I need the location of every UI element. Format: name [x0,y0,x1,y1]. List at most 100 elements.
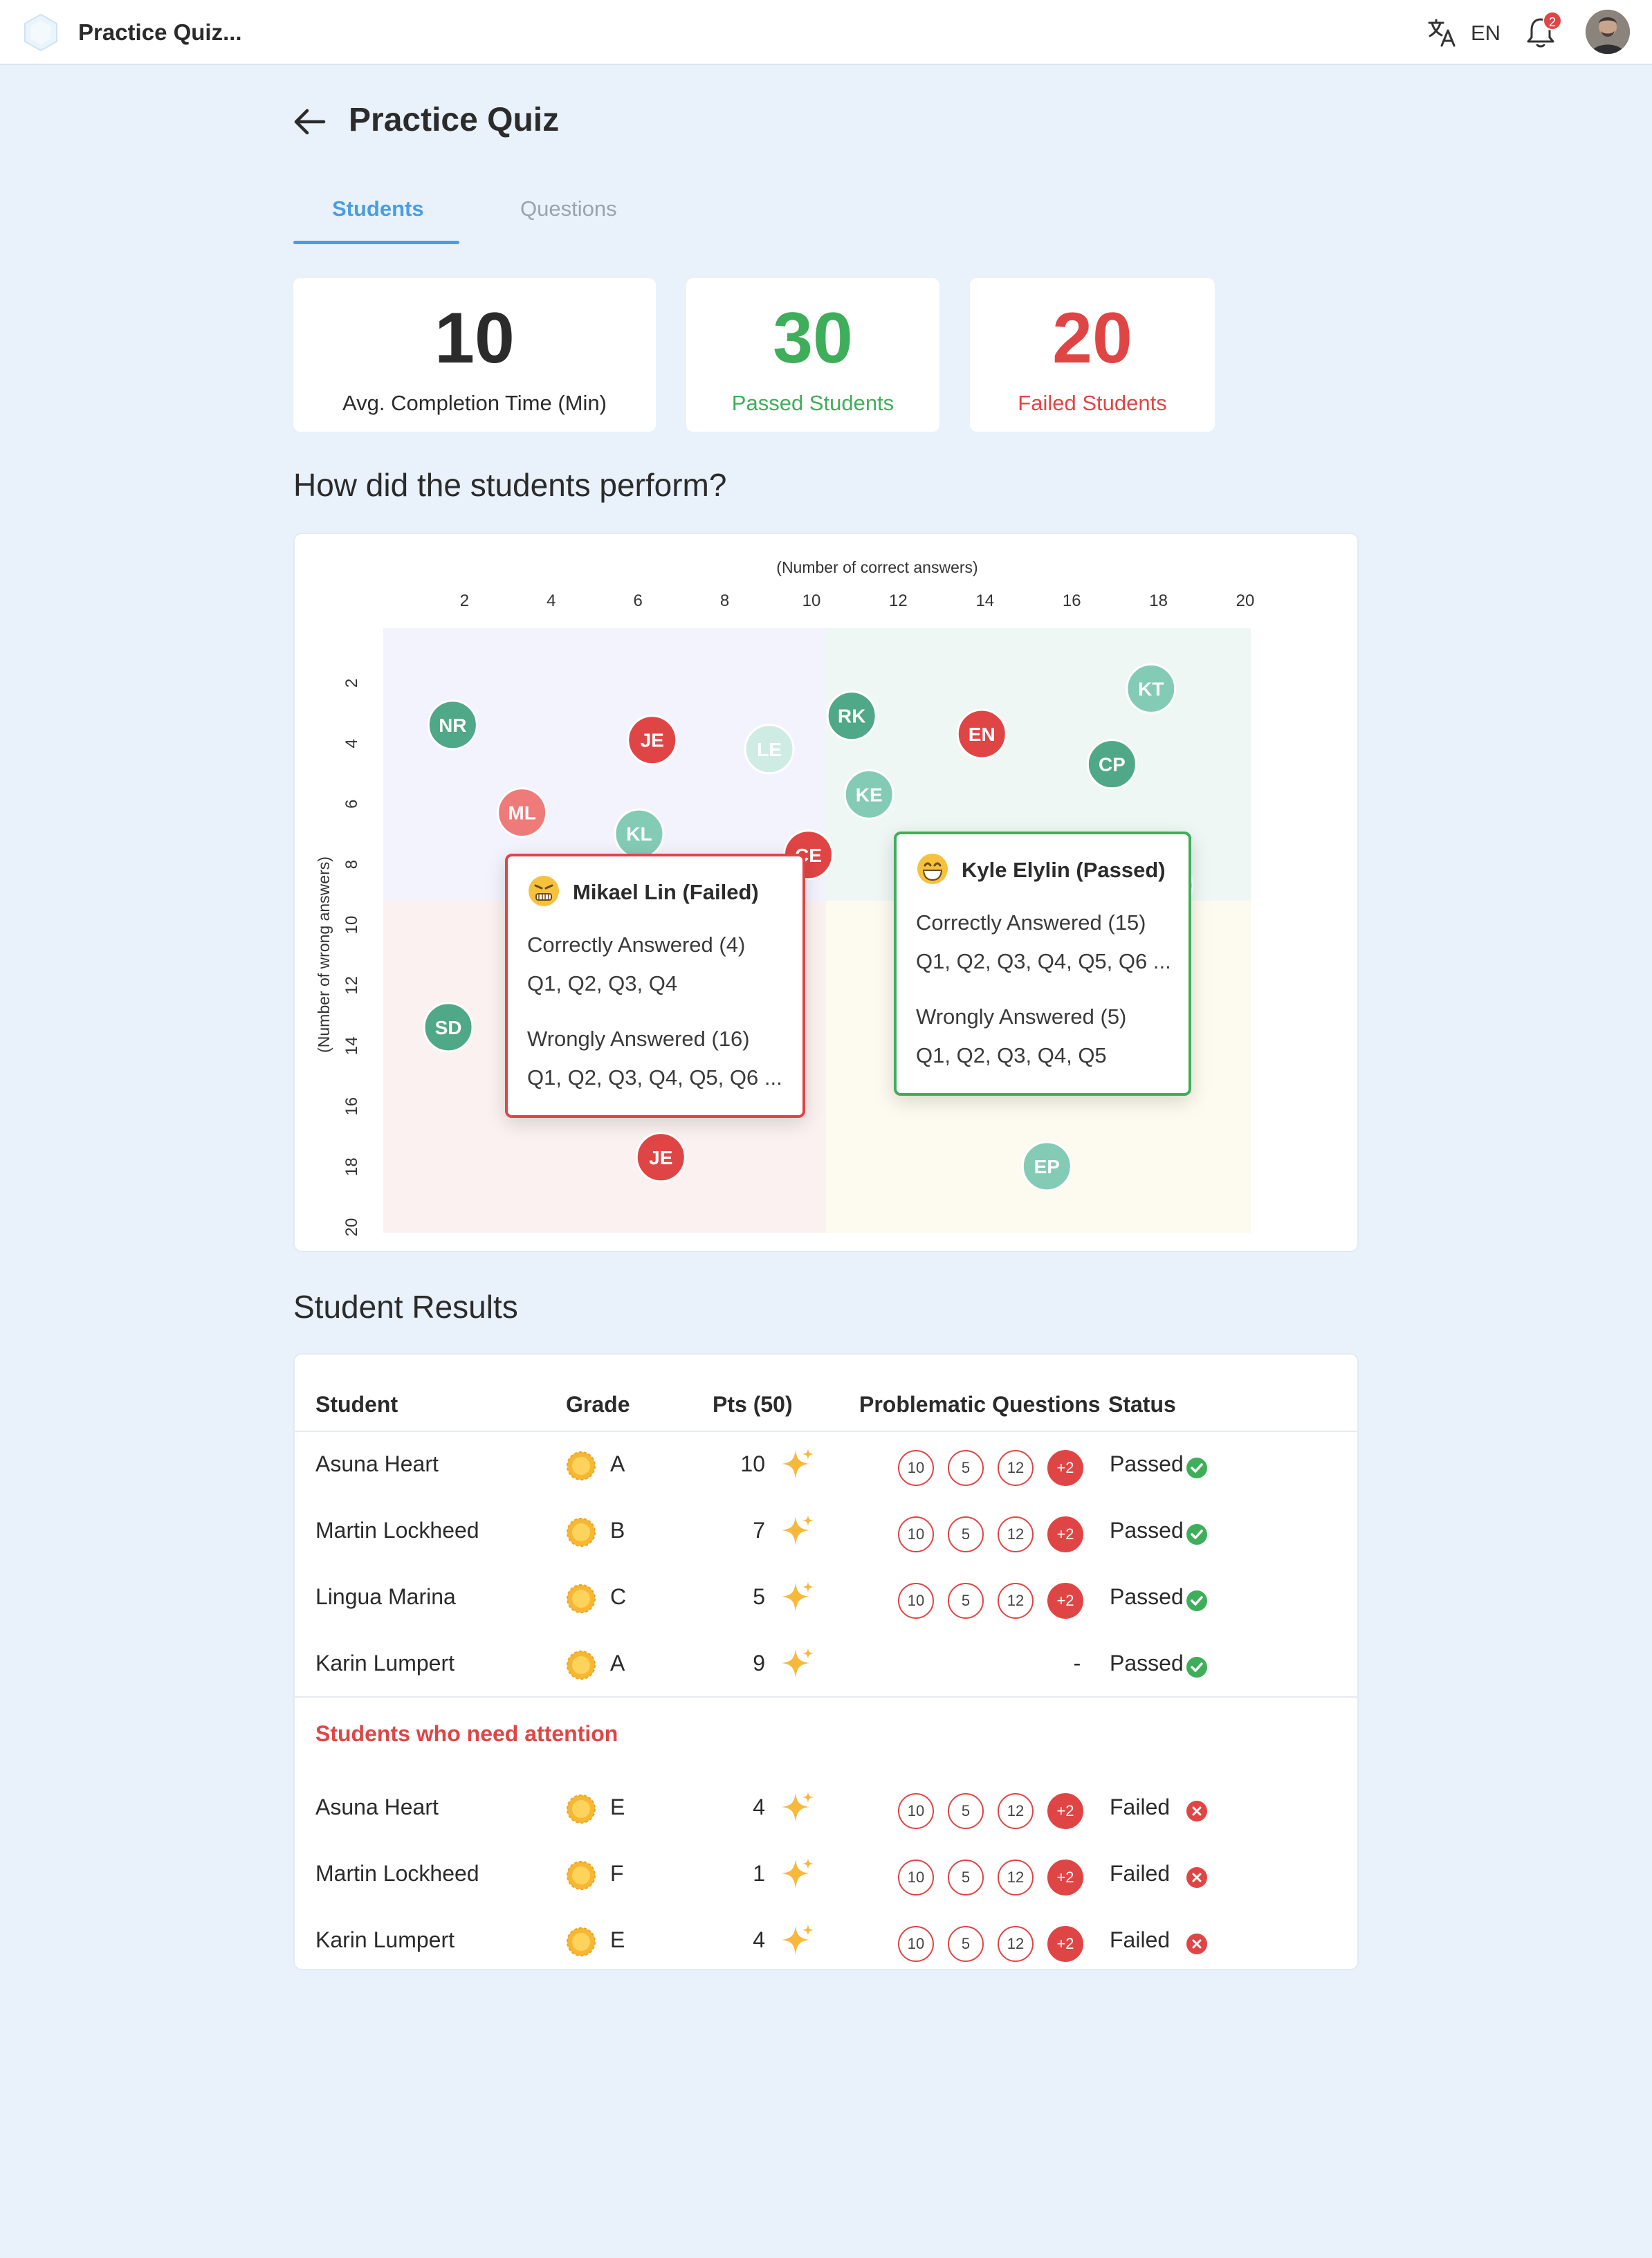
question-badge[interactable]: 5 [948,1926,984,1962]
table-row[interactable]: Lingua Marina C 5 10 5 12 +2 Passed [295,1563,1357,1630]
y-axis-label: (Number of wrong answers) [315,856,333,1053]
active-tab-indicator [293,241,459,244]
question-badge[interactable]: 12 [998,1926,1034,1962]
more-questions-badge[interactable]: +2 [1047,1926,1083,1962]
question-badge[interactable]: 12 [998,1860,1034,1896]
student-point-label: JE [649,1147,672,1168]
points-value: 4 [753,1927,765,1952]
more-questions-badge[interactable]: +2 [1047,1516,1083,1552]
question-badge[interactable]: 10 [898,1793,934,1829]
student-point[interactable]: LE [744,724,795,775]
table-row[interactable]: Karin Lumpert E 4 10 5 12 +2 Failed [295,1907,1357,1973]
student-point[interactable]: ML [497,787,548,838]
student-name[interactable]: Karin Lumpert [315,1927,455,1953]
student-name[interactable]: Lingua Marina [315,1584,456,1610]
tab-questions[interactable]: Questions [520,196,617,221]
student-point[interactable]: JE [627,715,678,766]
student-point[interactable]: SD [423,1002,474,1053]
question-badge[interactable]: 10 [898,1516,934,1552]
student-name[interactable]: Asuna Heart [315,1451,439,1477]
question-badge[interactable]: 12 [998,1793,1034,1829]
student-name[interactable]: Karin Lumpert [315,1651,455,1676]
x-tick-label: 20 [1236,591,1255,610]
tab-students[interactable]: Students [332,196,424,221]
status-text: Passed [1110,1651,1184,1676]
student-point[interactable]: EP [1021,1141,1072,1192]
question-badge[interactable]: 12 [998,1450,1034,1486]
student-point[interactable]: EN [956,708,1007,760]
status-text: Failed [1110,1927,1171,1952]
column-header-grade[interactable]: Grade [566,1392,630,1417]
points-value: 4 [753,1795,765,1819]
language-selector[interactable]: EN [1471,21,1500,46]
student-point-label: RK [838,706,865,727]
points-value: 1 [753,1861,765,1886]
question-badge[interactable]: 12 [998,1516,1034,1552]
question-badge[interactable]: 5 [948,1793,984,1829]
stat-card-failed: 20 Failed Students [970,278,1215,432]
student-point[interactable]: RK [826,690,877,742]
column-header-student[interactable]: Student [315,1392,398,1417]
question-badge[interactable]: 10 [898,1926,934,1962]
translate-icon[interactable] [1426,17,1458,48]
status-text: Passed [1110,1518,1184,1543]
y-tick-label: 6 [342,800,361,809]
check-circle-icon [1186,1524,1207,1545]
student-name[interactable]: Martin Lockheed [315,1518,479,1543]
tooltip-failed-student: Mikael Lin (Failed) Correctly Answered (… [505,854,805,1118]
sun-badge-icon [567,1927,596,1956]
more-questions-badge[interactable]: +2 [1047,1450,1083,1486]
student-point-label: KE [856,784,883,805]
student-point[interactable]: KL [614,808,665,859]
table-row[interactable]: Karin Lumpert A 9 - Passed [295,1630,1357,1696]
user-avatar[interactable] [1586,10,1630,54]
check-circle-icon [1186,1458,1207,1478]
more-questions-badge[interactable]: +2 [1047,1793,1083,1829]
student-point[interactable]: KE [843,769,894,820]
back-arrow-icon[interactable] [291,102,329,141]
tooltip-correct-list: Q1, Q2, Q3, Q4 [527,971,678,995]
question-badge[interactable]: 10 [898,1860,934,1896]
question-badge[interactable]: 12 [998,1583,1034,1619]
question-badge[interactable]: 5 [948,1860,984,1896]
sun-badge-icon [567,1651,596,1680]
grade-value: A [610,1651,625,1676]
student-point[interactable]: JE [635,1132,686,1183]
student-point-label: CP [1099,754,1126,775]
notification-count-badge: 2 [1543,11,1562,30]
x-tick-label: 6 [634,591,643,610]
sun-badge-icon [567,1795,596,1824]
column-header-status[interactable]: Status [1108,1392,1176,1417]
student-name[interactable]: Asuna Heart [315,1795,439,1820]
student-name[interactable]: Martin Lockheed [315,1861,479,1887]
page-title: Practice Quiz [349,102,560,138]
tooltip-correct-label: Correctly Answered (15) [916,910,1146,935]
sparkles-icon [782,1581,814,1612]
student-point[interactable]: KT [1126,663,1177,714]
sun-badge-icon [567,1584,596,1613]
grade-value: E [610,1927,625,1952]
check-circle-icon [1186,1657,1207,1678]
more-questions-badge[interactable]: +2 [1047,1860,1083,1896]
table-row[interactable]: Asuna Heart A 10 10 5 12 +2 Passed [295,1431,1357,1497]
app-logo-icon[interactable] [21,12,61,53]
question-badge[interactable]: 10 [898,1450,934,1486]
angry-face-icon [529,876,559,906]
more-questions-badge[interactable]: +2 [1047,1583,1083,1619]
table-row[interactable]: Martin Lockheed F 1 10 5 12 +2 Failed [295,1840,1357,1907]
y-tick-label: 2 [342,679,361,688]
x-axis-ticks: 2 4 6 8 10 12 14 16 18 20 [460,591,1255,610]
column-header-points[interactable]: Pts (50) [713,1392,793,1417]
column-header-problematic-questions[interactable]: Problematic Questions [859,1392,1101,1417]
table-row[interactable]: Martin Lockheed B 7 10 5 12 +2 Passed [295,1497,1357,1563]
stat-card-passed: 30 Passed Students [686,278,939,432]
question-badge[interactable]: 10 [898,1583,934,1619]
student-point[interactable]: NR [427,699,478,751]
question-badge[interactable]: 5 [948,1516,984,1552]
sparkles-icon [782,1792,814,1822]
question-badge[interactable]: 5 [948,1583,984,1619]
student-point[interactable]: CP [1086,739,1137,790]
question-badge[interactable]: 5 [948,1450,984,1486]
table-row[interactable]: Asuna Heart E 4 10 5 12 +2 Failed [295,1774,1357,1840]
tooltip-passed-student: Kyle Elylin (Passed) Correctly Answered … [894,832,1191,1096]
